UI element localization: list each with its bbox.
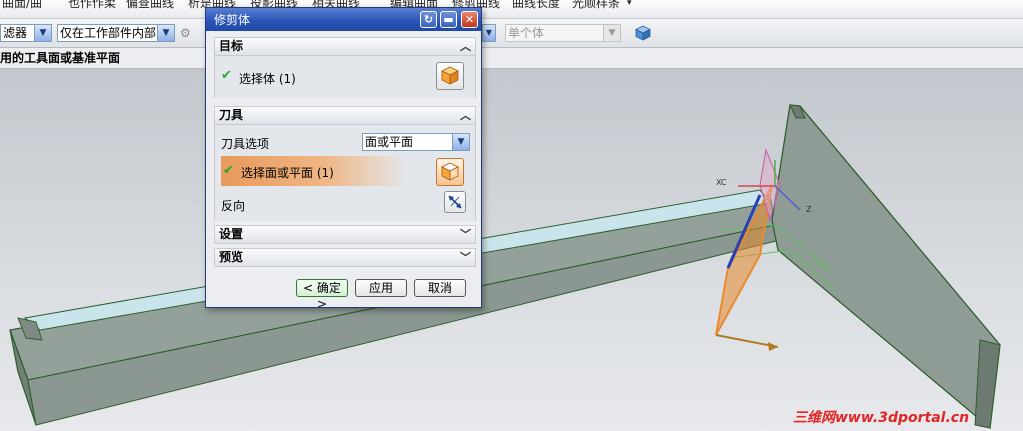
target-section-header[interactable]: 目标 ︿ [214,37,476,56]
face-select-icon [441,162,459,181]
dialog-titlebar[interactable]: 修剪体 ↻ ▬ ✕ [206,8,481,31]
menu-item[interactable]: 偏查曲线 [126,0,174,11]
chevron-down-icon[interactable]: ﹀ [460,249,471,266]
normal-vector-head [768,342,778,351]
tool-option-select[interactable]: 面或平面 ▼ [362,133,470,151]
dropdown-edge[interactable]: ▼ [482,24,496,42]
type-filter-value: 滤器 [3,26,28,40]
chevron-down-icon[interactable]: ▼ [34,25,51,41]
reverse-direction-icon [448,195,462,209]
select-face-button[interactable] [436,158,464,186]
selection-scope-value: 仅在工作部件内部 [60,26,157,40]
part-vertical-wall [771,104,1001,430]
select-body-button[interactable] [436,62,464,90]
target-section-body: ✔ 选择体 (1) [214,56,476,98]
body-rule-value: 单个体 [508,26,545,40]
settings-section-title: 设置 [219,227,244,241]
triad-z-label: Z [806,205,812,214]
menu-item[interactable]: 光顺样条 [572,0,620,11]
preview-section-title: 预览 [219,250,244,264]
cancel-button[interactable]: 取消 [414,279,466,297]
menu-overflow-icon[interactable]: ▾ [627,0,632,8]
menu-item[interactable]: 曲面/曲 [2,0,42,11]
ok-button[interactable]: < 确定 > [296,279,348,311]
chevron-down-icon[interactable]: ▼ [452,134,469,150]
reverse-direction-label: 反向 [221,199,246,213]
select-face-row[interactable]: ✔ 选择面或平面 (1) [221,156,407,186]
select-face-label[interactable]: 选择面或平面 (1) [241,164,334,181]
settings-section-header[interactable]: 设置 ﹀ [214,225,476,244]
type-filter-combo[interactable]: 滤器 ▼ [0,24,52,42]
chevron-up-icon[interactable]: ︿ [460,38,471,55]
menu-bar: 曲面/曲 也作作柔 偏查曲线 析是曲线 投影曲线 相关曲线 编辑曲面 修剪曲线 … [0,0,1023,19]
apply-button[interactable]: 应用 [355,279,407,297]
dialog-title: 修剪体 [214,13,251,27]
cue-line-text: 用的工具面或基准平面 [0,51,121,65]
chevron-down-icon[interactable]: ▼ [157,25,174,41]
chevron-up-icon[interactable]: ︿ [460,107,471,124]
tool-section-body: 刀具选项 面或平面 ▼ ✔ 选择面或平面 (1) 反向 [214,125,476,221]
cue-line: 用的工具面或基准平面 [0,48,1023,69]
check-icon: ✔ [221,68,232,83]
trim-body-dialog: 修剪体 ↻ ▬ ✕ 目标 ︿ ✔ 选择体 (1) 刀具 ︿ 刀具选项 面或平面 … [205,7,482,311]
watermark-text: 三维网www.3dportal.cn [793,410,970,426]
tool-section-title: 刀具 [219,108,244,122]
body-rule-combo[interactable]: 单个体 ▼ [505,24,621,42]
tool-option-label: 刀具选项 [221,137,270,151]
chevron-down-icon[interactable]: ▼ [603,25,620,41]
assembly-filter-icon[interactable]: ⚙ [180,26,191,40]
target-section-title: 目标 [219,39,244,53]
part-wall-end [974,339,1001,429]
close-icon[interactable]: ✕ [461,11,478,28]
minimize-icon[interactable]: ▬ [440,11,457,28]
reverse-direction-button[interactable] [444,191,466,213]
preview-section-header[interactable]: 预览 ﹀ [214,248,476,267]
selection-scope-combo[interactable]: 仅在工作部件内部 ▼ [57,24,175,42]
selection-toolbar: 滤器 ▼ 仅在工作部件内部 ▼ ⚙ ▼ 单个体 ▼ [0,19,1023,48]
solid-body-icon [441,66,459,85]
tool-option-value: 面或平面 [365,135,414,149]
tool-section-header[interactable]: 刀具 ︿ [214,106,476,125]
menu-item[interactable]: 也作作柔 [68,0,116,11]
select-body-label[interactable]: 选择体 (1) [239,70,296,87]
cube-icon[interactable] [634,24,652,42]
menu-item[interactable]: 曲线长度 [512,0,560,11]
model-scene [9,104,1001,430]
chevron-down-icon[interactable]: ﹀ [460,226,471,243]
reset-icon[interactable]: ↻ [420,11,437,28]
chevron-down-icon[interactable]: ▼ [483,25,495,41]
check-icon: ✔ [223,163,234,178]
triad-x-label: XC [716,178,727,187]
graphics-viewport[interactable]: XC Z 三维网www.3dportal.cn [0,69,1023,431]
